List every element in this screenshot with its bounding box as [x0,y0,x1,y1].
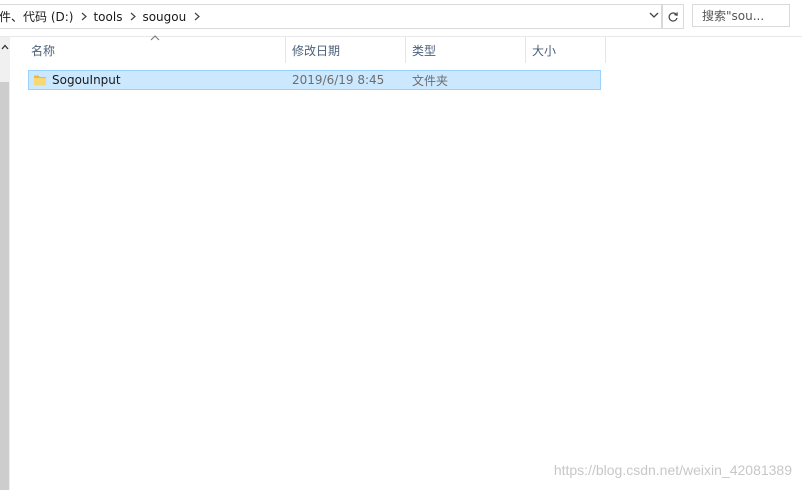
column-header-type-label: 类型 [412,43,437,58]
address-toolbar: 件、代码 (D:) tools sougou 搜索"sou... [0,0,802,32]
file-type: 文件夹 [412,73,449,88]
chevron-right-icon[interactable] [77,12,91,21]
column-divider[interactable] [525,37,526,63]
column-header-name-label: 名称 [31,43,56,58]
file-name: SogouInput [52,73,121,87]
search-input[interactable]: 搜索"sou... [692,4,790,27]
address-bar[interactable]: 件、代码 (D:) tools sougou [0,4,662,29]
chevron-right-icon[interactable] [126,12,140,21]
column-divider[interactable] [405,37,406,63]
column-header-size[interactable]: 大小 [532,37,604,63]
folder-icon [34,75,46,86]
column-header-type[interactable]: 类型 [412,37,525,63]
column-divider[interactable] [285,37,286,63]
watermark-text: https://blog.csdn.net/weixin_42081389 [553,462,792,478]
column-header-size-label: 大小 [532,43,557,58]
column-header-modified[interactable]: 修改日期 [292,37,405,63]
column-divider[interactable] [605,37,606,63]
scrollbar-thumb[interactable] [0,82,9,490]
chevron-right-icon[interactable] [190,12,204,21]
breadcrumb-sougou[interactable]: sougou [140,10,190,24]
refresh-icon[interactable] [662,4,684,29]
chevron-down-icon[interactable] [645,4,662,27]
file-modified: 2019/6/19 8:45 [292,73,385,87]
search-placeholder: 搜索"sou... [702,9,765,23]
column-header-modified-label: 修改日期 [292,43,341,58]
breadcrumb-drive[interactable]: 件、代码 (D:) [0,8,77,25]
column-header-name[interactable]: 名称 [31,37,285,63]
file-row-selected[interactable]: SogouInput 2019/6/19 8:45 文件夹 [28,70,601,90]
breadcrumb-tools[interactable]: tools [91,10,126,24]
scroll-up-icon[interactable] [0,40,10,54]
